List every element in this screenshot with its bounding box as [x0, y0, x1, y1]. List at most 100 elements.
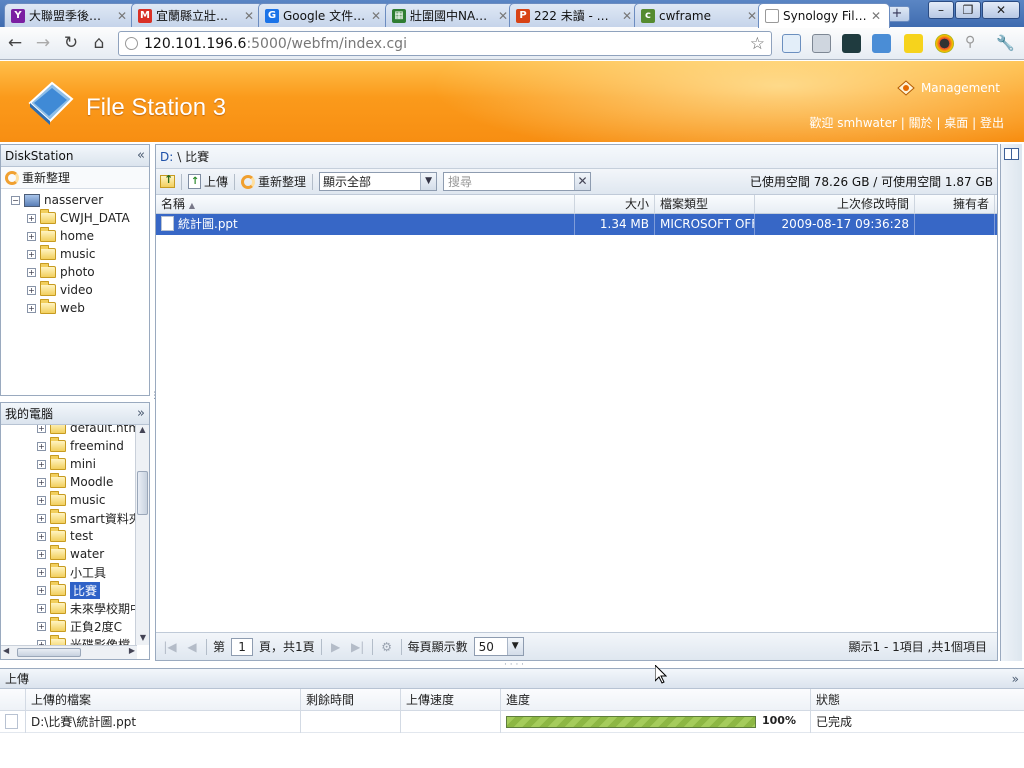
bookmark-star-icon[interactable]: ☆: [750, 34, 765, 54]
expand-node-icon[interactable]: +: [37, 603, 46, 613]
expand-node-icon[interactable]: +: [37, 425, 46, 433]
desktop-link[interactable]: 桌面: [944, 116, 968, 130]
scroll-up-icon[interactable]: ▲: [136, 425, 149, 437]
management-link[interactable]: Management: [896, 78, 1000, 98]
expand-node-icon[interactable]: +: [27, 249, 36, 259]
close-icon[interactable]: ✕: [620, 9, 634, 23]
tree-item-music[interactable]: + music: [37, 491, 105, 509]
expand-node-icon[interactable]: +: [37, 531, 46, 541]
vertical-scrollbar[interactable]: ▲ ▼: [135, 425, 149, 645]
tree-item-photo[interactable]: + photo: [27, 263, 95, 281]
extension-icon[interactable]: [842, 34, 861, 53]
first-page-icon[interactable]: |◀: [162, 640, 178, 654]
tab-cwframe[interactable]: c cwframe ✕: [634, 3, 766, 27]
per-page-select[interactable]: 50 ▼: [473, 637, 524, 656]
scroll-thumb[interactable]: [137, 471, 148, 515]
last-page-icon[interactable]: ▶|: [350, 640, 366, 654]
close-icon[interactable]: ✕: [496, 9, 510, 23]
reload-icon[interactable]: ↻: [60, 33, 82, 53]
scroll-hthumb[interactable]: [17, 648, 81, 657]
expand-node-icon[interactable]: +: [27, 231, 36, 241]
right-collapsed-panel[interactable]: [1000, 144, 1022, 661]
tree-item-video[interactable]: + video: [27, 281, 93, 299]
close-icon[interactable]: ✕: [745, 9, 759, 23]
column-progress[interactable]: 進度: [501, 689, 811, 711]
close-icon[interactable]: ✕: [242, 9, 256, 23]
close-icon[interactable]: ✕: [115, 9, 129, 23]
chevron-down-icon[interactable]: ▼: [420, 173, 437, 190]
page-number-input[interactable]: 1: [231, 637, 254, 656]
address-bar[interactable]: 120.101.196.6 :5000/webfm/index.cgi ☆: [118, 31, 772, 56]
notes-icon[interactable]: [904, 34, 923, 53]
refresh-button[interactable]: 重新整理: [241, 173, 306, 190]
wrench-icon[interactable]: 🔧: [996, 34, 1015, 53]
expand-node-icon[interactable]: +: [37, 567, 46, 577]
book-icon[interactable]: [1004, 148, 1019, 160]
expand-node-icon[interactable]: +: [27, 213, 36, 223]
tree-item-tools[interactable]: + 小工具: [37, 563, 106, 581]
scroll-right-icon[interactable]: ▶: [129, 646, 135, 655]
tree-item-mini[interactable]: + mini: [37, 455, 96, 473]
column-modified[interactable]: 上次修改時間: [755, 195, 915, 214]
collapse-node-icon[interactable]: −: [11, 195, 20, 205]
tree-item-contest-selected[interactable]: + 比賽: [37, 581, 101, 599]
expand-node-icon[interactable]: +: [27, 303, 36, 313]
column-speed[interactable]: 上傳速度: [401, 689, 501, 711]
about-link[interactable]: 關於: [909, 116, 933, 130]
pane-splitter[interactable]: ⋮: [150, 392, 159, 410]
search-input[interactable]: 搜尋 ✕: [443, 172, 592, 191]
expand-node-icon[interactable]: +: [37, 549, 46, 559]
next-page-icon[interactable]: ▶: [328, 640, 344, 654]
tree-item-cwjh-data[interactable]: + CWJH_DATA: [27, 209, 130, 227]
expand-node-icon[interactable]: +: [37, 621, 46, 631]
ie-tab-icon[interactable]: [782, 34, 801, 53]
tree-item-disc-images[interactable]: + 光碟影像檔: [37, 635, 130, 645]
clear-search-icon[interactable]: ✕: [574, 173, 591, 190]
column-type[interactable]: 檔案類型: [655, 195, 755, 214]
color-picker-icon[interactable]: [935, 34, 954, 53]
minimize-button[interactable]: –: [928, 1, 954, 19]
close-icon[interactable]: ✕: [369, 9, 383, 23]
tree-item-test[interactable]: + test: [37, 527, 93, 545]
tree-item-minus2c[interactable]: + 正負2度C: [37, 617, 122, 635]
tree-item-smart[interactable]: + smart資料夾: [37, 509, 141, 527]
tree-item-home[interactable]: + home: [27, 227, 94, 245]
column-remaining[interactable]: 剩餘時間: [301, 689, 401, 711]
column-status[interactable]: 狀態: [811, 689, 1024, 711]
chevron-down-icon[interactable]: ▼: [506, 638, 523, 655]
extension-icon[interactable]: [812, 34, 831, 53]
scroll-down-icon[interactable]: ▼: [136, 633, 149, 645]
tree-item-moodle[interactable]: + Moodle: [37, 473, 113, 491]
tree-item-freemind[interactable]: + freemind: [37, 437, 124, 455]
prev-page-icon[interactable]: ◀: [184, 640, 200, 654]
upload-row[interactable]: D:\比賽\統計圖.ppt 100% 已完成: [0, 711, 1024, 733]
close-window-button[interactable]: ✕: [982, 1, 1020, 19]
close-icon[interactable]: ✕: [869, 9, 883, 23]
refresh-page-icon[interactable]: ⚙: [379, 640, 395, 654]
search-icon[interactable]: ⚲: [965, 34, 984, 53]
tab-yahoo[interactable]: Y 大聯盟季後… ✕: [4, 3, 136, 27]
expand-node-icon[interactable]: +: [37, 495, 46, 505]
back-icon[interactable]: ←: [4, 33, 26, 53]
tree-item-web[interactable]: + web: [27, 299, 85, 317]
tree-item-water[interactable]: + water: [37, 545, 104, 563]
column-owner[interactable]: 擁有者: [915, 195, 995, 214]
tree-item-future-school[interactable]: + 未來學校期中: [37, 599, 142, 617]
maximize-button[interactable]: ❐: [955, 1, 981, 19]
tree-item-music[interactable]: + music: [27, 245, 95, 263]
expand-node-icon[interactable]: +: [37, 513, 46, 523]
tab-google-docs[interactable]: G Google 文件… ✕: [258, 3, 390, 27]
up-folder-button[interactable]: [160, 173, 175, 188]
tree-root[interactable]: − nasserver: [11, 191, 103, 209]
tree-item-default-html[interactable]: + default.html_: [37, 425, 149, 437]
expand-node-icon[interactable]: +: [37, 441, 46, 451]
expand-node-icon[interactable]: +: [37, 477, 46, 487]
collapse-down-icon[interactable]: »: [1012, 672, 1019, 686]
horizontal-scrollbar[interactable]: ◀ ▶: [1, 645, 137, 659]
tab-yilan[interactable]: M 宜蘭縣立壯… ✕: [131, 3, 263, 27]
column-file[interactable]: 上傳的檔案: [26, 689, 301, 711]
drive-label[interactable]: D:: [160, 150, 173, 164]
tab-nas-sheet[interactable]: ▦ 壯圍國中NA… ✕: [385, 3, 517, 27]
table-row[interactable]: 統計圖.ppt 1.34 MB MICROSOFT OFFICE 2009-08…: [156, 214, 997, 235]
tab-synology[interactable]: Synology Fil… ✕: [758, 3, 890, 28]
